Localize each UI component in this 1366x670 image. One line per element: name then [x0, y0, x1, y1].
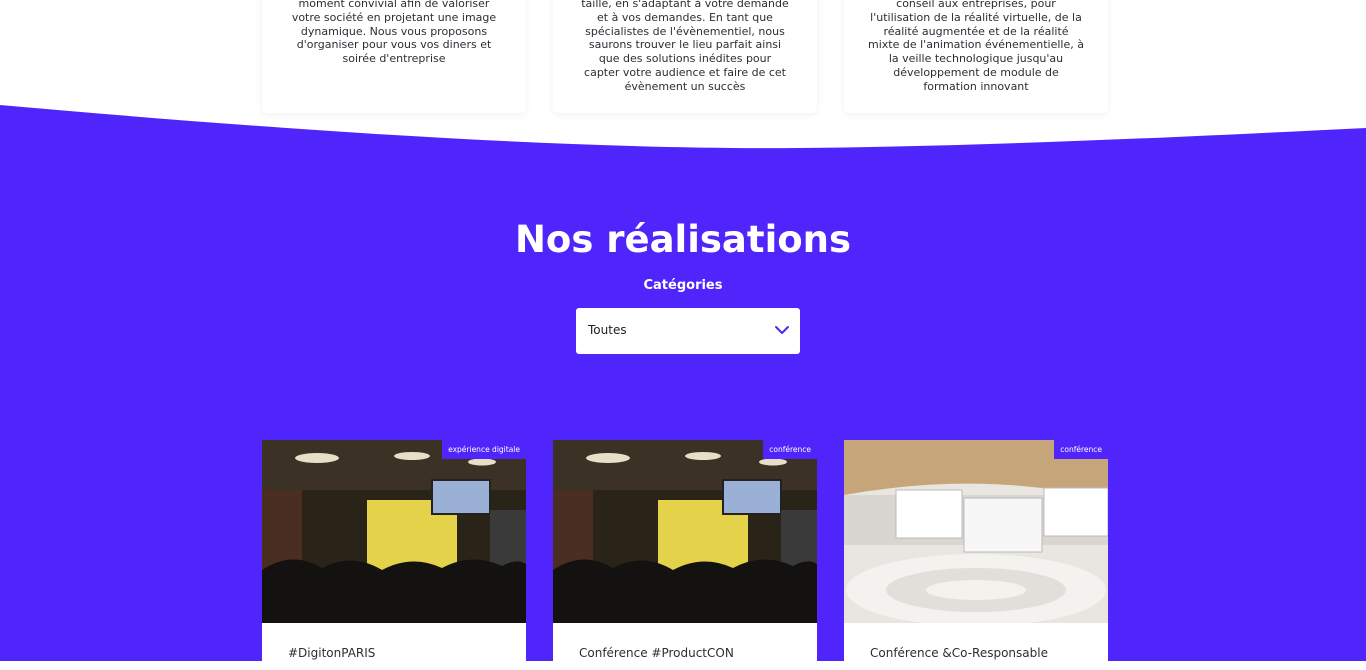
project-category-tag: expérience digitale	[442, 440, 526, 459]
category-select-value: Toutes	[588, 323, 627, 337]
service-card-realite-virtuelle: conseil aux entreprises, pour l'utilisat…	[844, 0, 1108, 113]
project-category-tag: conférence	[763, 440, 817, 459]
project-title: #DigitonPARIS	[288, 646, 376, 660]
service-description: conseil aux entreprises, pour l'utilisat…	[868, 0, 1084, 93]
service-card-evenements: taille, en s'adaptant à votre demande et…	[553, 0, 817, 113]
project-title: Conférence #ProductCON	[579, 646, 734, 660]
project-title: Conférence &Co-Responsable	[870, 646, 1048, 660]
project-image	[262, 440, 526, 623]
project-image	[553, 440, 817, 623]
project-card-digitonparis[interactable]: expérience digitale #DigitonPARIS	[262, 440, 526, 670]
section-title: Nos réalisations	[514, 218, 852, 261]
category-select[interactable]: Toutes	[576, 308, 800, 354]
project-category-tag: conférence	[1054, 440, 1108, 459]
project-card-productcon[interactable]: conférence Conférence #ProductCON	[553, 440, 817, 670]
project-card-co-responsable[interactable]: conférence Conférence &Co-Responsable	[844, 440, 1108, 670]
service-description: taille, en s'adaptant à votre demande et…	[581, 0, 789, 93]
service-description: moment convivial afin de valoriser votre…	[291, 0, 497, 66]
service-card-diners: moment convivial afin de valoriser votre…	[262, 0, 526, 113]
chevron-down-icon	[775, 326, 789, 334]
project-image	[844, 440, 1108, 623]
category-filter-label: Catégories	[643, 278, 723, 293]
